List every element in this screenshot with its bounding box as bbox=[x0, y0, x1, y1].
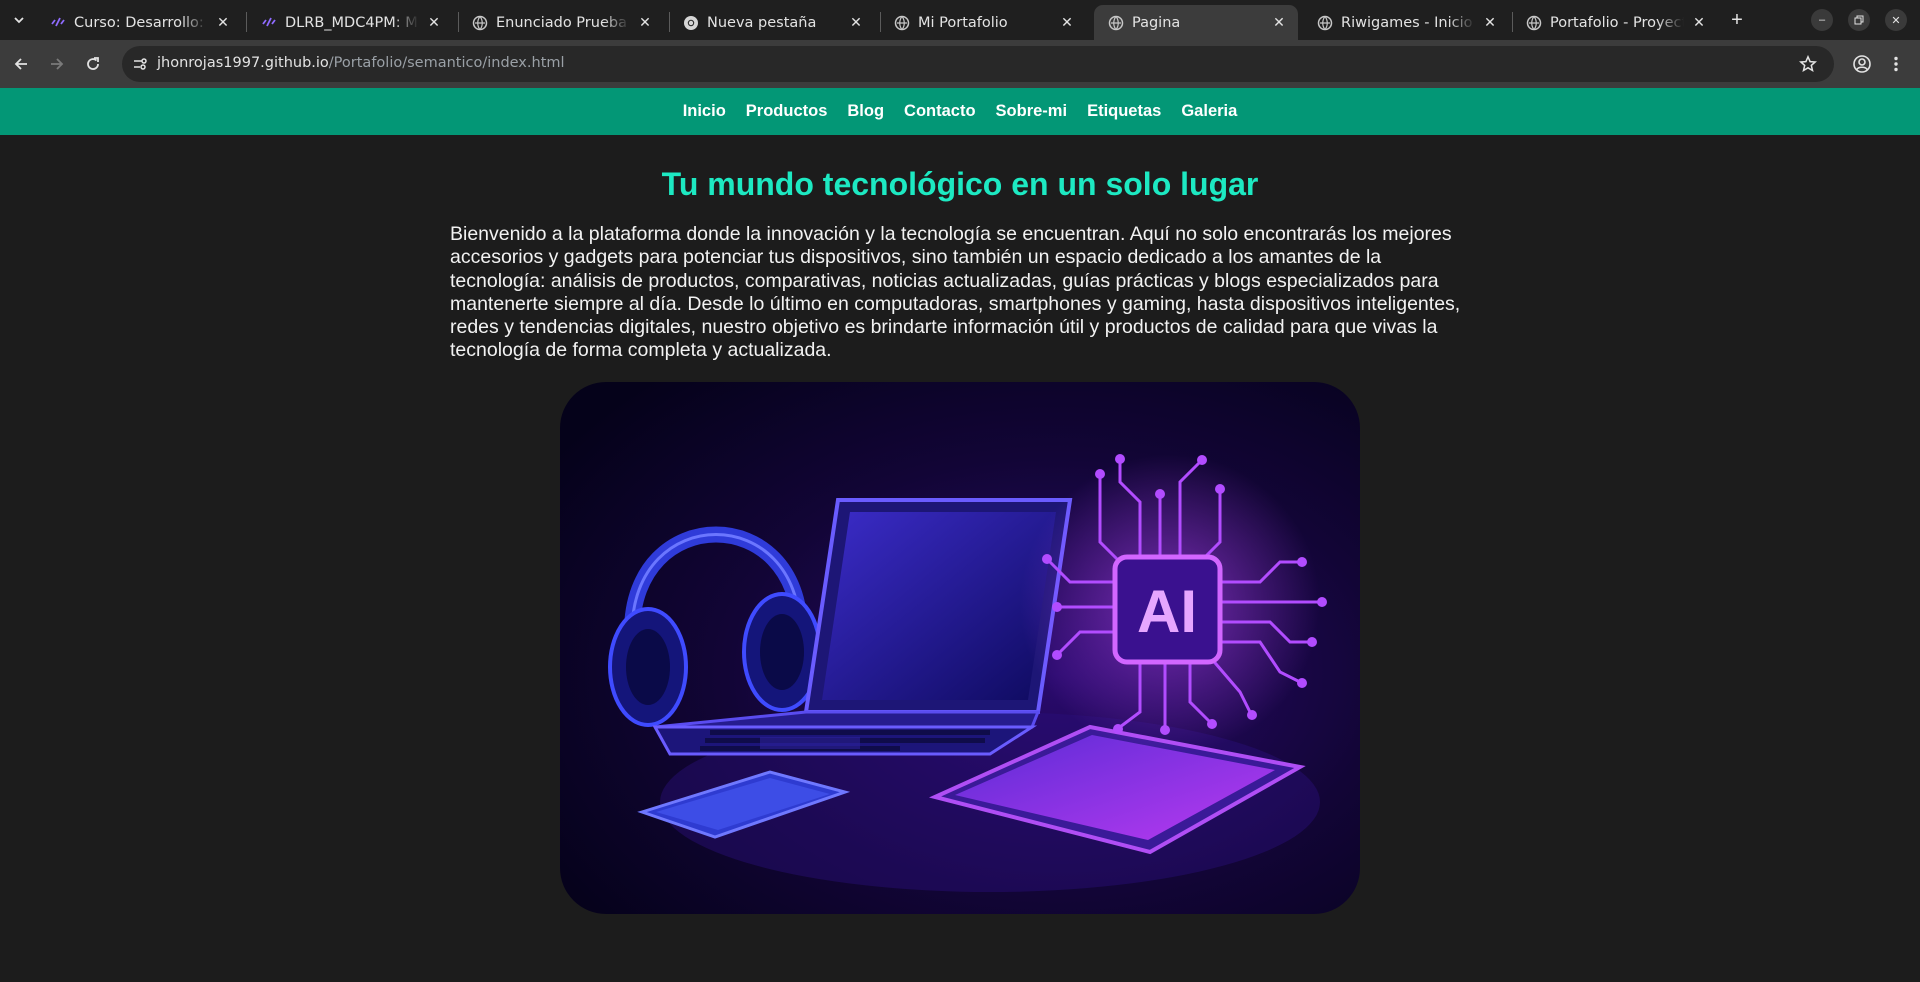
browser-tab[interactable]: Riwigames - Inicio de ✕ bbox=[1303, 5, 1509, 40]
close-icon[interactable]: ✕ bbox=[636, 14, 654, 32]
profile-button[interactable] bbox=[1849, 51, 1875, 77]
chevron-down-icon bbox=[14, 17, 24, 24]
close-icon[interactable]: ✕ bbox=[1481, 14, 1499, 32]
tab-title: Enunciado Prueba de bbox=[496, 14, 630, 31]
url-host: jhonrojas1997.github.io bbox=[157, 55, 329, 71]
browser-menu-button[interactable] bbox=[1883, 51, 1909, 77]
page-headline: Tu mundo tecnológico en un solo lugar bbox=[661, 166, 1259, 202]
reload-icon bbox=[87, 57, 99, 70]
nav-link-blog[interactable]: Blog bbox=[837, 102, 894, 121]
tab-title: Curso: Desarrollo: Ru bbox=[74, 14, 208, 31]
chrome-icon bbox=[683, 15, 699, 31]
nav-link-sobre-mi[interactable]: Sobre-mi bbox=[986, 102, 1078, 121]
arrow-left-icon bbox=[14, 58, 27, 70]
restore-icon bbox=[1854, 15, 1864, 25]
site-nav: Inicio Productos Blog Contacto Sobre-mi … bbox=[0, 88, 1920, 135]
reload-button[interactable] bbox=[80, 51, 106, 77]
bookmark-star-icon[interactable] bbox=[1798, 54, 1818, 74]
back-button[interactable] bbox=[8, 51, 34, 77]
tab-title: DLRB_MDC4PM: Mó bbox=[285, 14, 419, 31]
nav-link-productos[interactable]: Productos bbox=[736, 102, 838, 121]
browser-tab[interactable]: Curso: Desarrollo: Ru ✕ bbox=[36, 5, 242, 40]
kebab-menu-icon bbox=[1894, 56, 1898, 72]
nav-link-contacto[interactable]: Contacto bbox=[894, 102, 986, 121]
minimize-icon: – bbox=[1818, 14, 1826, 26]
restore-button[interactable] bbox=[1848, 9, 1870, 31]
tab-search-button[interactable] bbox=[6, 8, 32, 32]
address-bar[interactable]: jhonrojas1997.github.io/Portafolio/seman… bbox=[122, 46, 1834, 82]
close-icon[interactable]: ✕ bbox=[1270, 14, 1288, 32]
riwi-icon bbox=[261, 15, 277, 31]
browser-tab[interactable]: Mi Portafolio ✕ bbox=[880, 5, 1086, 40]
profile-icon bbox=[1853, 55, 1871, 73]
close-icon: ✕ bbox=[1891, 14, 1901, 27]
close-icon[interactable]: ✕ bbox=[425, 14, 443, 32]
ai-chip-label: AI bbox=[1137, 578, 1197, 645]
tab-title: Riwigames - Inicio de bbox=[1341, 14, 1475, 31]
url-text[interactable]: jhonrojas1997.github.io/Portafolio/seman… bbox=[157, 55, 565, 71]
globe-icon bbox=[1108, 15, 1124, 31]
globe-icon bbox=[472, 15, 488, 31]
browser-tab[interactable]: Enunciado Prueba de ✕ bbox=[458, 5, 664, 40]
tab-strip: Curso: Desarrollo: Ru ✕ DLRB_MDC4PM: Mó … bbox=[0, 0, 1920, 40]
close-icon[interactable]: ✕ bbox=[214, 14, 232, 32]
minimize-button[interactable]: – bbox=[1811, 9, 1833, 31]
forward-button[interactable] bbox=[44, 51, 70, 77]
close-icon[interactable]: ✕ bbox=[1690, 14, 1708, 32]
url-path: /Portafolio/semantico/index.html bbox=[328, 55, 565, 71]
close-window-button[interactable]: ✕ bbox=[1885, 9, 1907, 31]
site-info-icon[interactable] bbox=[130, 54, 150, 74]
tab-title: Nueva pestaña bbox=[707, 14, 817, 31]
close-icon[interactable]: ✕ bbox=[1058, 14, 1076, 32]
globe-icon bbox=[1526, 15, 1542, 31]
tab-title: Mi Portafolio bbox=[918, 14, 1008, 31]
arrow-right-icon bbox=[51, 58, 64, 70]
globe-icon bbox=[894, 15, 910, 31]
browser-tab[interactable]: Portafolio - Proyecto ✕ bbox=[1512, 5, 1718, 40]
browser-toolbar: jhonrojas1997.github.io/Portafolio/seman… bbox=[0, 40, 1920, 88]
browser-tab[interactable]: DLRB_MDC4PM: Mó ✕ bbox=[247, 5, 453, 40]
browser-tab[interactable]: Nueva pestaña ✕ bbox=[669, 5, 875, 40]
new-tab-button[interactable]: + bbox=[1725, 8, 1749, 32]
globe-icon bbox=[1317, 15, 1333, 31]
nav-link-galeria[interactable]: Galeria bbox=[1171, 102, 1247, 121]
riwi-icon bbox=[50, 15, 66, 31]
nav-link-etiquetas[interactable]: Etiquetas bbox=[1077, 102, 1171, 121]
tab-title: Pagina bbox=[1132, 14, 1181, 31]
plus-icon: + bbox=[1731, 8, 1743, 31]
hero-image: AI bbox=[560, 382, 1360, 914]
close-icon[interactable]: ✕ bbox=[847, 14, 865, 32]
nav-link-inicio[interactable]: Inicio bbox=[673, 102, 736, 121]
browser-tab-active[interactable]: Pagina ✕ bbox=[1094, 5, 1298, 40]
intro-paragraph: Bienvenido a la plataforma donde la inno… bbox=[450, 223, 1461, 362]
tab-title: Portafolio - Proyecto bbox=[1550, 14, 1684, 31]
web-page: Inicio Productos Blog Contacto Sobre-mi … bbox=[0, 88, 1920, 982]
